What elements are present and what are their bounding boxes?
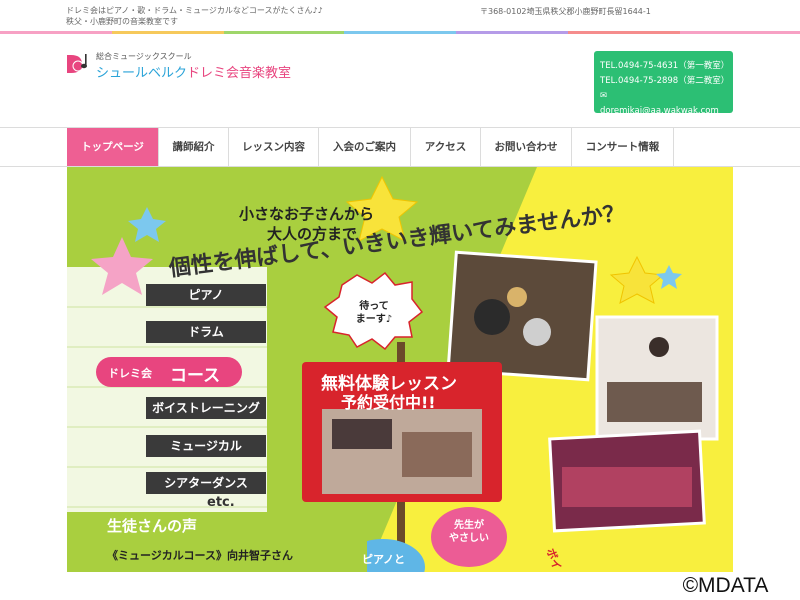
drum-photo [446, 250, 598, 382]
nav-item-top[interactable]: トップページ [67, 128, 159, 166]
email-address[interactable]: doremikai@aa.wakwak.com [600, 106, 719, 116]
course-badge-small: ドレミ会 [108, 367, 152, 380]
course-etc: etc. [207, 495, 235, 510]
global-nav: トップページ 講師紹介 レッスン内容 入会のご案内 アクセス お問い合わせ コン… [0, 127, 800, 167]
top-info-bar: ドレミ会はピアノ・歌・ドラム・ミュージカルなどコースがたくさん♪♪ 秩父・小鹿野… [0, 0, 800, 32]
student-voice-line: 《ミュージカルコース》向井智子さん [107, 549, 294, 562]
nav-item-teachers[interactable]: 講師紹介 [159, 128, 229, 166]
course-musical: ミュージカル [146, 435, 266, 457]
logo-name-part2: ドレミ会音楽教室 [187, 66, 292, 81]
course-badge: ドレミ会 コース [96, 357, 242, 387]
site-logo[interactable]: 総合ミュージックスクール シュールベルクドレミ会音楽教室 [66, 50, 291, 81]
mail-icon: ✉ [600, 91, 608, 101]
tel-first-classroom[interactable]: TEL.0494-75-4631（第一教室） [600, 59, 729, 74]
piano-bubble-text: ピアノと [362, 553, 406, 566]
course-theater-dance: シアターダンス [146, 472, 266, 494]
nav-item-contact[interactable]: お問い合わせ [481, 128, 572, 166]
tagline-line-2: 秩父・小鹿野町の音楽教室です [66, 17, 178, 26]
music-note-logo-icon [67, 54, 87, 73]
tel-second-classroom[interactable]: TEL.0494-75-2898（第二教室） [600, 74, 729, 89]
contact-box: TEL.0494-75-4631（第一教室） TEL.0494-75-2898（… [594, 51, 733, 116]
rainbow-divider [0, 31, 800, 34]
nav-item-lessons[interactable]: レッスン内容 [229, 128, 319, 166]
student-voice-title: 生徒さんの声 [107, 517, 198, 535]
copyright-watermark: ©MDATA [651, 572, 800, 600]
address-text: 〒368-0102埼玉県秩父郡小鹿野町長留1644-1 [480, 7, 651, 16]
hero-headline-1: 小さなお子さんから [239, 205, 375, 223]
nav-item-access[interactable]: アクセス [411, 128, 481, 166]
teacher-bubble-text: 先生が やさしい [449, 520, 489, 544]
tagline-line-1: ドレミ会はピアノ・歌・ドラム・ミュージカルなどコースがたくさん♪♪ [66, 6, 323, 15]
course-drum: ドラム [146, 321, 266, 343]
course-piano: ピアノ [146, 284, 266, 306]
course-badge-big: コース [170, 366, 221, 386]
star-blue-decoration [128, 207, 166, 242]
free-trial-line-2: 予約受付中!! [341, 393, 436, 412]
logo-name-part1: シュールベルク [96, 66, 188, 81]
logo-name: シュールベルクドレミ会音楽教室 [96, 62, 291, 81]
hero-banner[interactable]: 小さなお子さんから 大人の方まで 個性を伸ばして、いきいき輝いてみませんか？ ピ… [67, 167, 733, 572]
email-line[interactable]: ✉ doremikai@aa.wakwak.com [600, 89, 727, 119]
waiting-text: 待って まーす♪ [355, 301, 393, 325]
site-tagline: ドレミ会はピアノ・歌・ドラム・ミュージカルなどコースがたくさん♪♪ 秩父・小鹿野… [66, 5, 323, 27]
logo-subtitle: 総合ミュージックスクール [96, 52, 192, 61]
nav-item-concerts[interactable]: コンサート情報 [572, 128, 674, 166]
course-voice-training: ボイストレーニング [146, 397, 266, 419]
nav-item-admission[interactable]: 入会のご案内 [319, 128, 411, 166]
